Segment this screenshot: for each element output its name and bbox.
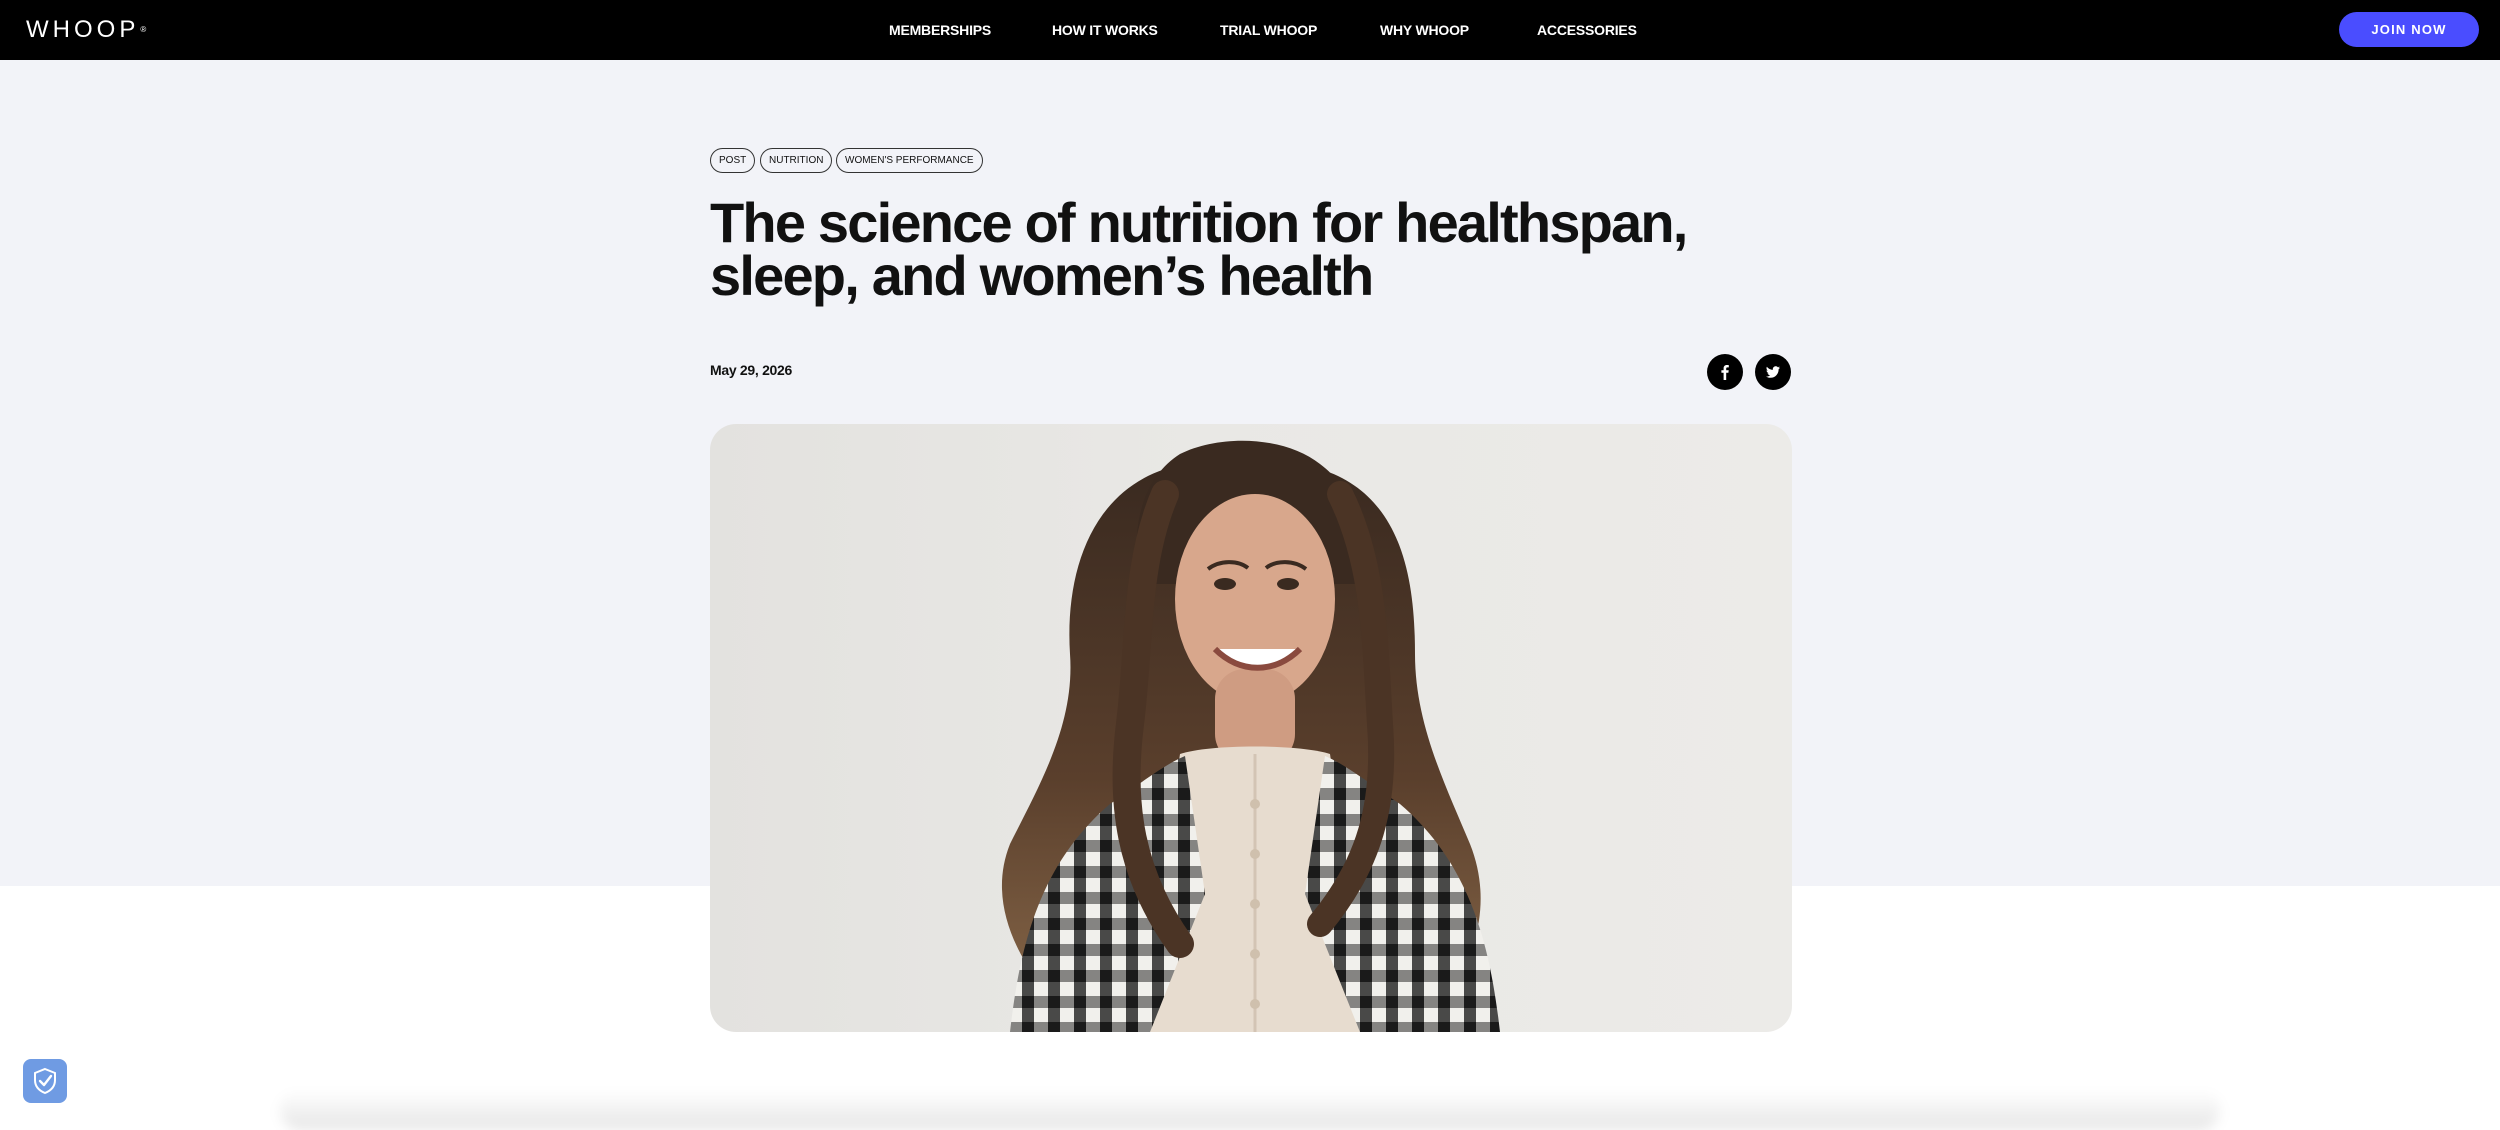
content-panel-shadow [280,1090,2220,1130]
shield-check-icon [34,1067,56,1095]
tag-nutrition[interactable]: NUTRITION [760,148,833,173]
nav-trial-whoop[interactable]: TRIAL WHOOP [1220,20,1317,40]
facebook-icon [1721,365,1729,380]
nav-memberships[interactable]: MEMBERSHIPS [889,20,991,40]
top-navigation-bar: WHOOP® MEMBERSHIPS HOW IT WORKS TRIAL WH… [0,0,2500,60]
nav-accessories[interactable]: ACCESSORIES [1537,20,1637,40]
tag-womens-performance[interactable]: WOMEN'S PERFORMANCE [836,148,983,173]
privacy-settings-button[interactable] [23,1059,67,1103]
article-hero-image [710,424,1792,1032]
share-facebook-button[interactable] [1707,354,1743,390]
share-twitter-button[interactable] [1755,354,1791,390]
join-now-button[interactable]: JOIN NOW [2339,12,2479,47]
nav-why-whoop[interactable]: WHY WHOOP [1380,20,1469,40]
article-date: May 29, 2026 [710,362,793,378]
twitter-icon [1766,366,1780,378]
tag-post[interactable]: POST [710,148,756,173]
main-nav: MEMBERSHIPS HOW IT WORKS TRIAL WHOOP WHY… [0,0,2500,60]
nav-how-it-works[interactable]: HOW IT WORKS [1052,20,1158,40]
article-title: The science of nutrition for healthspan,… [710,191,1688,307]
portrait-image [1001,440,1500,1032]
